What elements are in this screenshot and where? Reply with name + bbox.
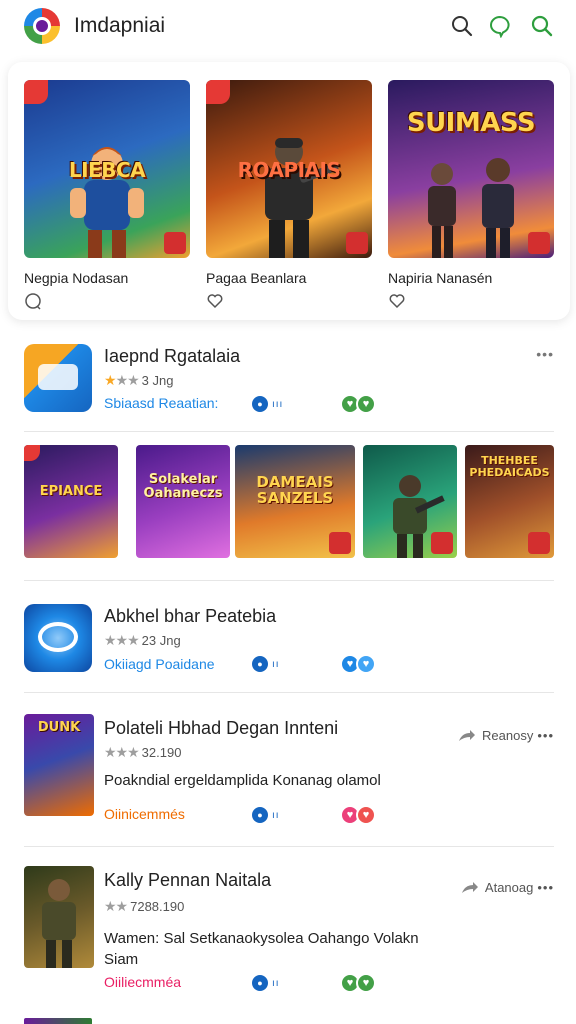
- game-badge-icon: [346, 232, 368, 254]
- game-art-title: Solakelar Oahaneczs: [143, 472, 223, 501]
- share-button[interactable]: Reanosy •••: [458, 728, 554, 743]
- divider: [24, 692, 554, 693]
- download-badge-icon[interactable]: ● ıı: [252, 807, 280, 823]
- app-icon-orange-blue[interactable]: [24, 344, 92, 412]
- share-label: Reanosy: [482, 728, 534, 743]
- list-item[interactable]: Kally Pennan Naitala ★★ 7288.190 Wamen: …: [24, 866, 554, 996]
- share-label: Atanoag: [484, 880, 534, 895]
- divider: [24, 431, 554, 432]
- game-badge-icon: [528, 532, 550, 554]
- heart-icon: ♥: [356, 654, 376, 674]
- divider: [24, 580, 554, 581]
- app-header: Imdapniai: [0, 0, 576, 56]
- heart-icon: ♥: [356, 805, 376, 825]
- rating-row: ★★★ 3 Jng: [104, 372, 173, 389]
- game-thumbnail[interactable]: SUIMASS: [388, 80, 554, 258]
- app-subtitle[interactable]: Sbiaasd Reaatian:: [104, 395, 218, 411]
- star-rating-icon: ★★★: [104, 372, 140, 388]
- heart-icon: ♥: [356, 394, 376, 414]
- game-art-title: LIEBCA: [68, 158, 146, 182]
- strip-thumbnail[interactable]: [363, 445, 457, 558]
- heart-icon[interactable]: [206, 292, 224, 310]
- app-subtitle[interactable]: Oiiliecmméa: [104, 974, 181, 990]
- game-thumbnail[interactable]: ROAPIAIS: [206, 80, 372, 258]
- share-arrow-icon: [459, 729, 476, 741]
- share-button[interactable]: Atanoag •••: [461, 880, 554, 895]
- game-badge-icon: [528, 232, 550, 254]
- heart-icon: ♥: [356, 973, 376, 993]
- download-badge-icon[interactable]: ● ıı: [252, 656, 280, 672]
- list-item[interactable]: Abkhel bhar Peatebia ★★★ 23 Jng Okiiagd …: [24, 602, 554, 682]
- share-arrow-icon: [461, 881, 478, 893]
- strip-thumbnail[interactable]: EPIANCE: [24, 445, 118, 558]
- star-rating-icon: ★★★: [104, 744, 140, 760]
- app-name[interactable]: Kally Pennan Naitala: [104, 870, 271, 891]
- soldier-figure-art: [42, 879, 76, 968]
- star-rating-icon: ★★: [104, 898, 128, 914]
- rating-row: ★★★ 23 Jng: [104, 632, 181, 649]
- app-subtitle[interactable]: Oiinicemmés: [104, 806, 185, 822]
- flag-badge-icon: [24, 445, 40, 461]
- heart-icon[interactable]: [388, 292, 406, 310]
- comment-icon[interactable]: [24, 292, 42, 310]
- game-thumbnail[interactable]: LIEBCA: [24, 80, 190, 258]
- featured-game-card[interactable]: ROAPIAIS Pagaa Beanlara: [206, 80, 372, 309]
- flag-badge-icon: [206, 80, 230, 104]
- app-description: Wamen: Sal Setkanaokysolea Oahango Volak…: [104, 930, 419, 947]
- app-logo-icon[interactable]: [24, 8, 60, 44]
- more-options-icon[interactable]: •••: [536, 346, 554, 362]
- game-art-title: SUIMASS: [406, 108, 536, 138]
- divider: [24, 846, 554, 847]
- app-description: Poakndial ergeldamplida Konanag olamol: [104, 772, 381, 789]
- game-art-title: DAMEAIS SANZELS: [256, 473, 334, 507]
- search-icon[interactable]: [450, 14, 474, 38]
- download-badge-icon[interactable]: ● ııı: [252, 396, 283, 412]
- next-item-peek: [24, 1018, 92, 1024]
- app-name[interactable]: Abkhel bhar Peatebia: [104, 606, 276, 627]
- flag-badge-icon: [24, 80, 48, 104]
- strip-thumbnail[interactable]: DAMEAIS SANZELS: [235, 445, 355, 558]
- soldiers-figure-art: [428, 158, 514, 258]
- app-icon-soldier[interactable]: [24, 866, 94, 968]
- app-icon-dunk[interactable]: DUNK: [24, 714, 94, 816]
- game-badge-icon: [329, 532, 351, 554]
- download-badge-icon[interactable]: ● ıı: [252, 975, 280, 991]
- strip-thumbnail[interactable]: THEHBEE PHEDAICADS: [465, 445, 554, 558]
- featured-game-card[interactable]: LIEBCA Negpia Nodasan: [24, 80, 190, 310]
- reactions[interactable]: ♥ ♥: [340, 973, 376, 993]
- hero-figure-art: [70, 147, 144, 258]
- list-item[interactable]: DUNK Polateli Hbhad Degan Innteni ★★★ 32…: [24, 714, 554, 834]
- app-description-line2: Siam: [104, 951, 139, 968]
- list-item[interactable]: Iaepnd Rgatalaia ★★★ 3 Jng Sbiaasd Reaat…: [24, 342, 554, 422]
- featured-game-name[interactable]: Napiria Nanasén: [388, 270, 492, 286]
- game-art-title: THEHBEE PHEDAICADS: [469, 454, 550, 479]
- app-title: Imdapniai: [74, 14, 166, 37]
- rating-row: ★★ 7288.190: [104, 898, 184, 915]
- app-name[interactable]: Iaepnd Rgatalaia: [104, 346, 240, 367]
- chat-bubble-icon[interactable]: [488, 14, 512, 38]
- reactions[interactable]: ♥ ♥: [340, 805, 376, 825]
- game-badge-icon: [431, 532, 453, 554]
- game-badge-icon: [164, 232, 186, 254]
- rating-value: 23 Jng: [141, 633, 181, 648]
- reactions[interactable]: ♥ ♥: [340, 394, 376, 414]
- star-rating-icon: ★★★: [104, 632, 140, 648]
- rating-value: 7288.190: [130, 899, 185, 914]
- rating-value: 32.190: [141, 745, 182, 760]
- app-icon-blue-swirl[interactable]: [24, 604, 92, 672]
- featured-game-name[interactable]: Pagaa Beanlara: [206, 270, 306, 286]
- featured-game-card[interactable]: SUIMASS Napiria Nanasén: [388, 80, 554, 309]
- game-art-title: ROAPIAIS: [237, 158, 341, 182]
- featured-game-name[interactable]: Negpia Nodasan: [24, 270, 128, 286]
- app-subtitle[interactable]: Okiiagd Poaidane: [104, 656, 215, 672]
- featured-games-card: LIEBCA Negpia Nodasan ROAPIAIS Pagaa Bea…: [8, 62, 570, 320]
- soldier-figure-art: [265, 138, 339, 258]
- rating-value: 3 Jng: [141, 373, 174, 388]
- game-art-title: EPIANCE: [39, 484, 103, 499]
- reactions[interactable]: ♥ ♥: [340, 654, 376, 674]
- search-icon[interactable]: [530, 14, 554, 38]
- rating-row: ★★★ 32.190: [104, 744, 181, 761]
- app-name[interactable]: Polateli Hbhad Degan Innteni: [104, 718, 338, 739]
- strip-thumbnail[interactable]: Solakelar Oahaneczs: [136, 445, 230, 558]
